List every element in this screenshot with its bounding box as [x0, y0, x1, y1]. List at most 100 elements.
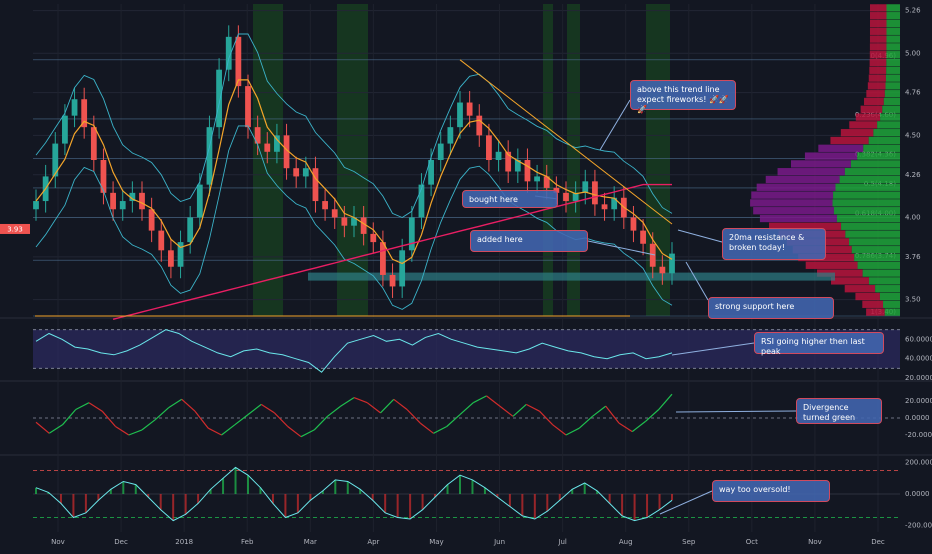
candle-body: [312, 168, 319, 202]
annotation-bought[interactable]: bought here: [462, 190, 558, 208]
annotation-divergence[interactable]: Divergence turned green: [796, 398, 882, 424]
volume-profile-bar: [886, 43, 900, 51]
volume-profile-bar: [866, 90, 885, 98]
candle-body: [119, 201, 126, 210]
annotation-oversold[interactable]: way too oversold!: [712, 480, 830, 502]
volume-profile-bar: [886, 66, 900, 74]
candle-body: [582, 181, 589, 193]
volume-profile-bar: [869, 66, 887, 74]
volume-profile-bar: [869, 58, 887, 67]
volume-profile-bar: [839, 175, 900, 184]
volume-profile-bar: [869, 43, 887, 51]
candle-body: [360, 217, 367, 234]
volume-profile-bar: [886, 12, 900, 20]
time-tick-label: Apr: [367, 538, 379, 546]
volume-profile-bar: [873, 129, 900, 137]
volume-profile-bar: [886, 27, 900, 35]
volume-profile-bar: [869, 51, 887, 59]
candle-body: [563, 192, 569, 202]
candle-body: [71, 99, 78, 116]
price-tick-label: 3.50: [905, 296, 921, 304]
rsi-tick-label: 60.0000: [905, 335, 932, 343]
volume-profile-bar: [884, 308, 900, 316]
highlight-band: [646, 4, 670, 316]
momentum-tick-label: 0.0000: [905, 490, 930, 498]
volume-profile-bar: [860, 105, 883, 113]
volume-profile-bar: [855, 292, 880, 301]
volume-profile-bar: [851, 246, 900, 254]
annotation-support[interactable]: strong support here: [708, 297, 834, 319]
candle-body: [437, 143, 444, 160]
momentum-tick-label: -200.0000: [905, 521, 932, 529]
volume-profile-bar: [869, 19, 887, 28]
osc-tick-label: 0.0000: [905, 414, 930, 422]
volume-profile-bar: [818, 144, 864, 152]
candle-body: [245, 86, 251, 128]
time-tick-label: Oct: [746, 538, 758, 546]
price-tick-label: 4.76: [905, 89, 921, 97]
candle-body: [235, 36, 242, 87]
candle-body: [139, 192, 145, 210]
annotation-20ma[interactable]: 20ma resistance & broken today!: [722, 228, 826, 260]
time-tick-label: Jun: [493, 538, 505, 546]
volume-profile-bar: [869, 35, 887, 43]
candle-body: [158, 230, 165, 251]
volume-profile-bar: [850, 160, 900, 168]
candle-body: [466, 102, 473, 116]
momentum-tick-label: 200.0000: [905, 459, 932, 467]
candle-body: [100, 160, 107, 193]
volume-profile-bar: [886, 35, 900, 43]
volume-profile-bar: [868, 277, 900, 285]
volume-profile-bar: [840, 129, 874, 137]
volume-profile-bar: [883, 97, 900, 106]
time-tick-label: Dec: [871, 538, 885, 546]
candle-body: [640, 230, 646, 244]
time-tick-label: Feb: [241, 538, 254, 546]
candle-body: [187, 217, 194, 243]
candle-body: [148, 209, 155, 231]
volume-profile-bar: [877, 121, 900, 129]
price-tick-label: 3.76: [905, 253, 921, 261]
volume-profile-bar: [857, 261, 900, 269]
candle-body: [630, 217, 637, 231]
price-tick-label: 5.26: [905, 7, 921, 15]
volume-profile-bar: [751, 191, 834, 199]
volume-profile-bar: [886, 58, 900, 67]
candle-body: [534, 176, 540, 182]
candle-body: [524, 160, 531, 182]
candle-body: [81, 99, 88, 128]
volume-profile-bar: [868, 136, 900, 145]
candle-body: [370, 233, 377, 243]
candle-body: [168, 250, 174, 267]
time-tick-label: Mar: [304, 538, 317, 546]
chart-workspace[interactable]: 5.26 5.00 4.76 4.50 4.26 4.00 3.76 3.50 Nov Dec 20…: [0, 0, 932, 550]
annotation-added[interactable]: added here: [470, 230, 588, 252]
candle-body: [601, 204, 608, 210]
volume-profile-bar: [883, 300, 900, 308]
time-tick-label: Aug: [619, 538, 633, 546]
volume-profile-bar: [835, 183, 900, 191]
candle-body: [380, 242, 386, 275]
osc-tick-label: 20.0000: [905, 397, 932, 405]
volume-profile-bar: [832, 199, 900, 207]
candle-body: [447, 127, 454, 144]
volume-profile-bar: [886, 51, 900, 59]
highlight-band: [253, 4, 283, 316]
volume-profile-bar: [750, 199, 833, 207]
candle-body: [457, 102, 463, 128]
volume-profile-bar: [882, 105, 900, 113]
candle-body: [62, 115, 68, 144]
candle-body: [110, 192, 116, 210]
volume-profile-bar: [885, 82, 900, 90]
volume-profile-bar: [869, 4, 887, 12]
volume-profile-bar: [765, 175, 840, 184]
candle-body: [495, 151, 502, 160]
candle-body: [33, 201, 39, 210]
volume-profile-bar: [830, 136, 869, 145]
chart-canvas[interactable]: 5.26 5.00 4.76 4.50 4.26 4.00 3.76 3.50 Nov Dec 20…: [0, 0, 932, 550]
annotation-rsi[interactable]: RSI going higher then last peak: [754, 332, 884, 356]
time-tick-label: May: [429, 538, 443, 546]
annotation-trendline[interactable]: above this trend line expect fireworks! …: [630, 80, 736, 114]
candle-body: [476, 115, 483, 136]
volume-profile-bar: [857, 152, 900, 160]
